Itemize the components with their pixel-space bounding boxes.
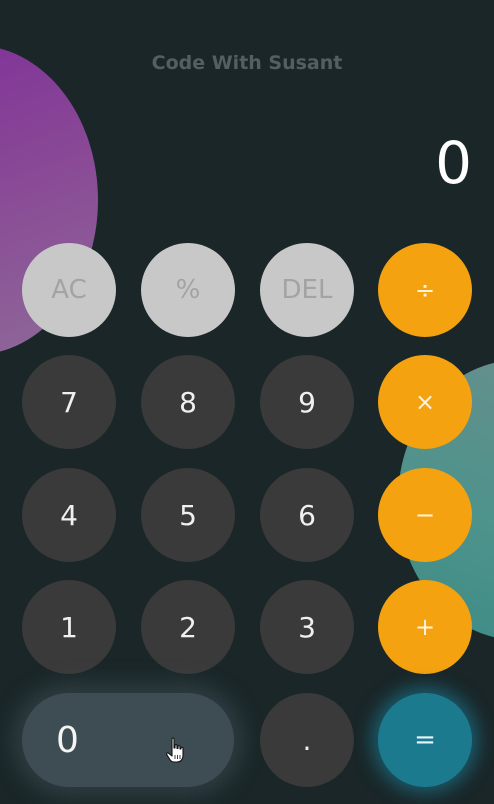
result-display: 0: [435, 129, 472, 197]
digit-3-button[interactable]: 3: [260, 580, 354, 674]
plus-button[interactable]: +: [378, 580, 472, 674]
digit-8-button[interactable]: 8: [141, 355, 235, 449]
decimal-button[interactable]: .: [260, 693, 354, 787]
brand-title: Code With Susant: [151, 52, 343, 74]
percent-button[interactable]: %: [141, 243, 235, 337]
ac-button[interactable]: AC: [22, 243, 116, 337]
digit-6-button[interactable]: 6: [260, 468, 354, 562]
digit-7-button[interactable]: 7: [22, 355, 116, 449]
divide-button[interactable]: ÷: [378, 243, 472, 337]
multiply-button[interactable]: ×: [378, 355, 472, 449]
minus-button[interactable]: −: [378, 468, 472, 562]
hand-pointer-icon: [166, 737, 184, 763]
digit-4-button[interactable]: 4: [22, 468, 116, 562]
digit-5-button[interactable]: 5: [141, 468, 235, 562]
digit-2-button[interactable]: 2: [141, 580, 235, 674]
equals-button[interactable]: =: [378, 693, 472, 787]
delete-button[interactable]: DEL: [260, 243, 354, 337]
digit-0-button[interactable]: 0: [22, 693, 234, 787]
digit-9-button[interactable]: 9: [260, 355, 354, 449]
digit-1-button[interactable]: 1: [22, 580, 116, 674]
calculator-app: Code With Susant 0 AC % DEL ÷ 7 8 9 × 4 …: [0, 0, 494, 804]
